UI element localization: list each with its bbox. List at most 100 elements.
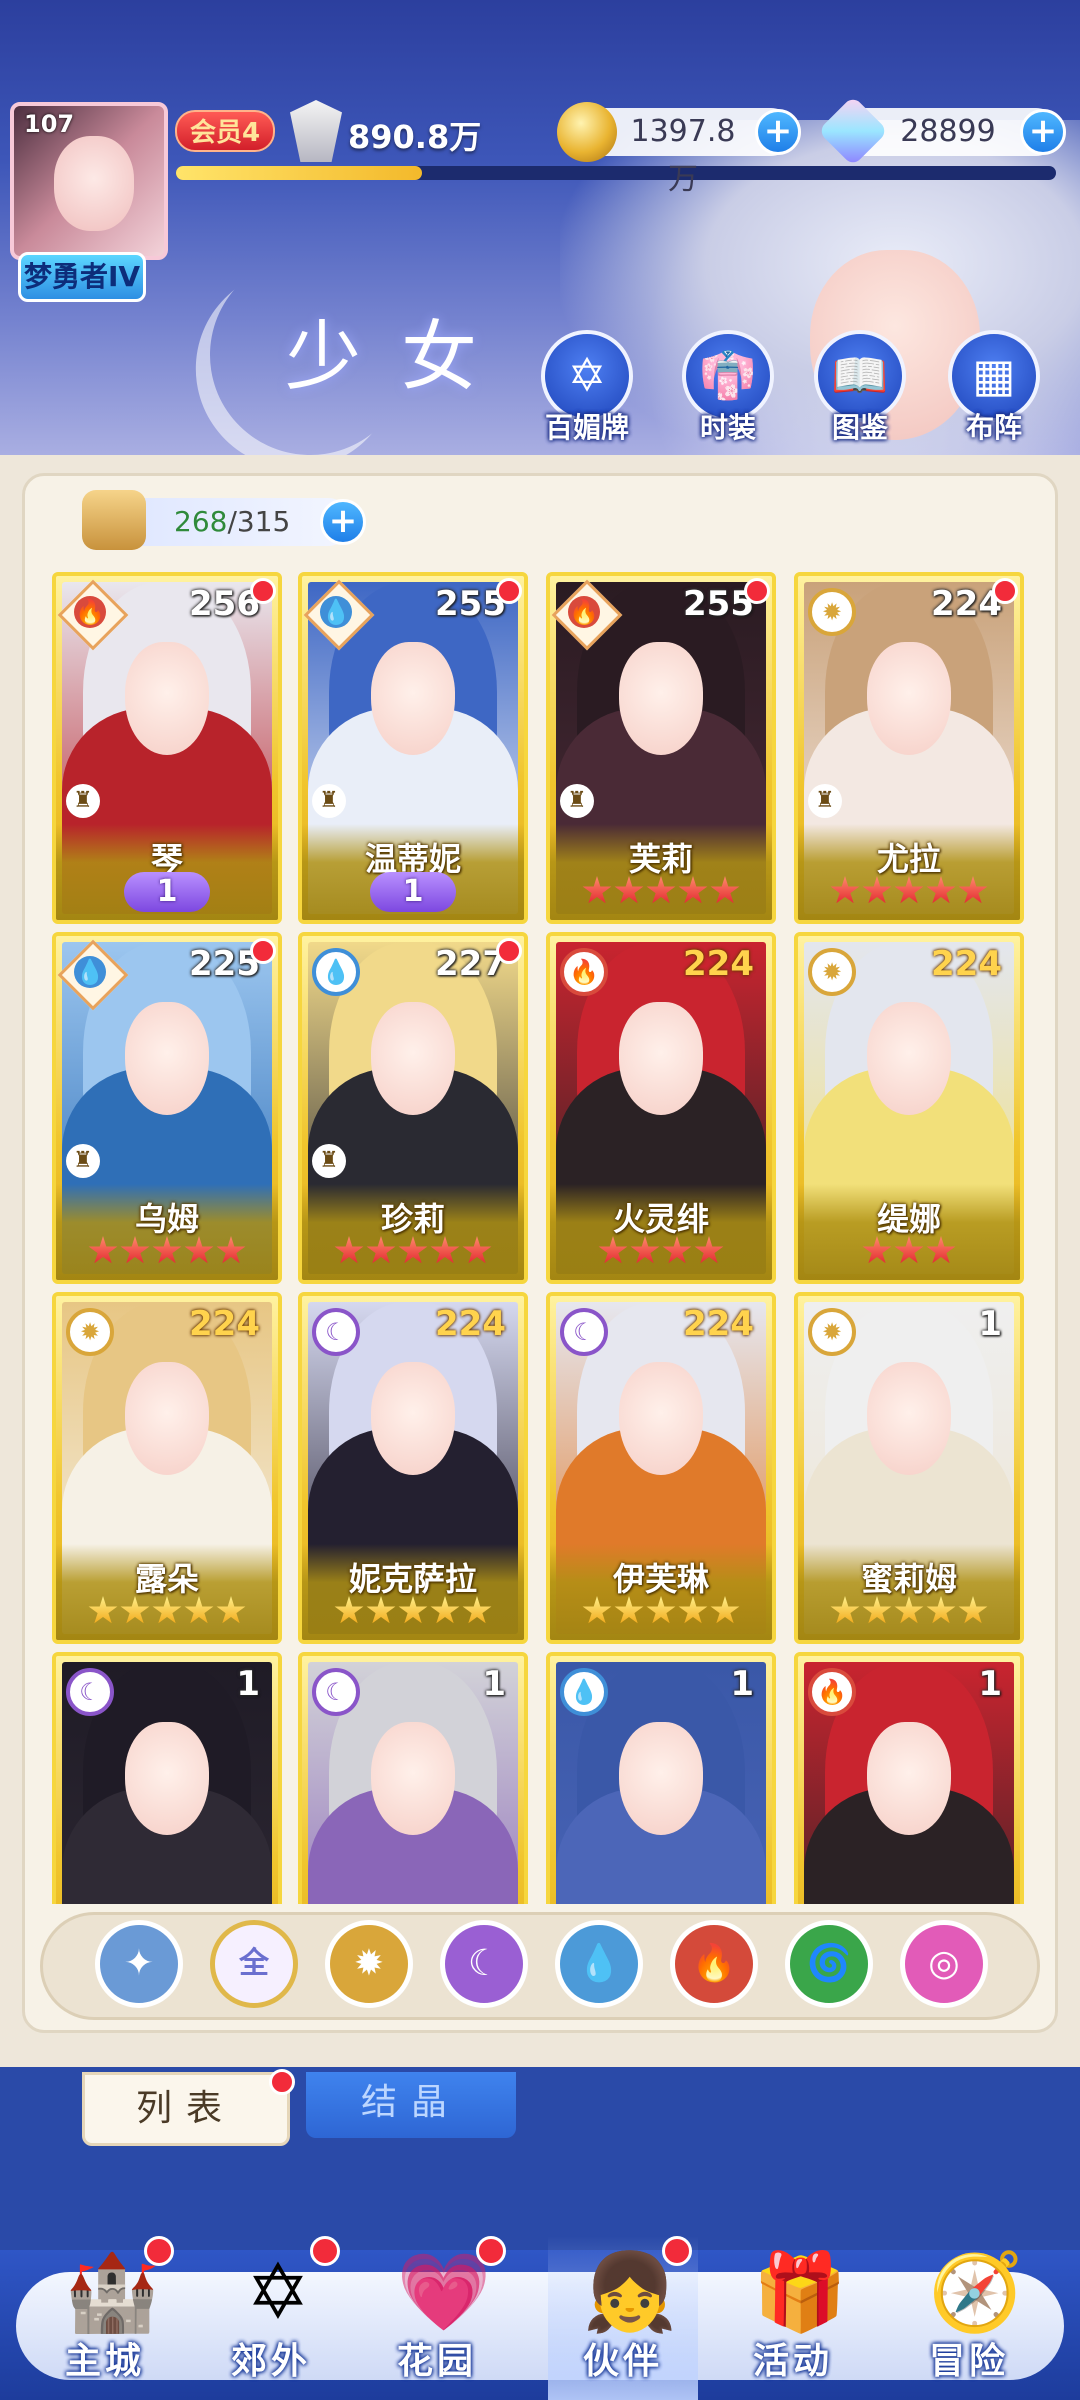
character-name: 乌姆 bbox=[134, 1200, 199, 1238]
filter-all-button[interactable]: 全 bbox=[210, 1920, 298, 2008]
star-icon bbox=[334, 1596, 364, 1624]
add-gold-button[interactable]: + bbox=[755, 109, 801, 155]
filter-dark-button[interactable]: ☾ bbox=[440, 1920, 528, 2008]
nav-label: 花园 bbox=[396, 2341, 477, 2382]
star-icon bbox=[614, 1596, 644, 1624]
add-gems-button[interactable]: + bbox=[1020, 109, 1066, 155]
character-name: 伊芙琳 bbox=[612, 1560, 709, 1598]
character-level: 1 bbox=[482, 1664, 506, 1704]
character-card[interactable]: 🔥 256 ♜ 琴 1 bbox=[52, 572, 282, 924]
expand-roster-button[interactable]: + bbox=[320, 499, 366, 545]
character-card[interactable]: ☾ 1 bbox=[298, 1652, 528, 1904]
star-rating bbox=[56, 1236, 278, 1270]
star-icon bbox=[958, 1596, 988, 1624]
portrait-face bbox=[125, 1001, 209, 1115]
star-rating bbox=[798, 876, 1020, 910]
star-rating bbox=[302, 1596, 524, 1630]
rook-class-icon: ♜ bbox=[66, 784, 100, 818]
notification-dot bbox=[476, 2236, 506, 2266]
portrait-face bbox=[125, 1721, 209, 1835]
player-avatar[interactable]: 107 bbox=[10, 102, 168, 260]
vip-badge[interactable]: 会员4 bbox=[175, 110, 275, 152]
tab-crystal[interactable]: 结晶 bbox=[306, 2072, 516, 2138]
star-icon bbox=[582, 1596, 612, 1624]
nav-compass[interactable]: 🧭 冒险 bbox=[894, 2236, 1044, 2400]
filter-light-button[interactable]: ✹ bbox=[325, 1920, 413, 2008]
nav-gift[interactable]: 🎁 活动 bbox=[718, 2236, 868, 2400]
star-icon bbox=[184, 1236, 214, 1264]
dark-element-icon: ☾ bbox=[308, 1664, 364, 1720]
element-glyph: 🔥 bbox=[569, 598, 599, 626]
character-card[interactable]: 🔥 1 bbox=[794, 1652, 1024, 1904]
star-icon bbox=[216, 1596, 246, 1624]
nav-partner[interactable]: 👧 伙伴 bbox=[548, 2236, 698, 2400]
star-icon bbox=[894, 1596, 924, 1624]
element-glyph: 💧 bbox=[75, 958, 105, 986]
star-icon bbox=[678, 876, 708, 904]
fire-element-icon: 🔥 bbox=[551, 579, 623, 651]
character-card[interactable]: ☾ 224 妮克萨拉 bbox=[298, 1292, 528, 1644]
filter-wind-button[interactable]: 🌀 bbox=[785, 1920, 873, 2008]
star-icon bbox=[678, 1596, 708, 1624]
character-card[interactable]: ☾ 224 伊芙琳 bbox=[546, 1292, 776, 1644]
star-icon bbox=[926, 1236, 956, 1264]
light-element-icon: ✹ bbox=[804, 1304, 860, 1360]
menu-gallery-button[interactable]: 📖 图鉴 bbox=[810, 330, 910, 446]
star-icon bbox=[926, 876, 956, 904]
star-icon bbox=[630, 1236, 660, 1264]
character-card[interactable]: 🔥 224 火灵绯 bbox=[546, 932, 776, 1284]
power-icon bbox=[290, 100, 342, 162]
portrait-face bbox=[619, 641, 703, 755]
character-card[interactable]: ✹ 1 蜜莉姆 bbox=[794, 1292, 1024, 1644]
element-glyph: ✹ bbox=[821, 1318, 843, 1346]
nav-portal[interactable]: ✡ 郊外 bbox=[196, 2236, 346, 2400]
rook-class-icon: ♜ bbox=[312, 1144, 346, 1178]
menu-formation-label: 布阵 bbox=[965, 411, 1022, 444]
character-card[interactable]: ✹ 224 缇娜 bbox=[794, 932, 1024, 1284]
filter-fire-button[interactable]: 🔥 bbox=[670, 1920, 758, 2008]
character-card[interactable]: 💧 255 ♜ 温蒂妮 1 bbox=[298, 572, 528, 924]
element-glyph: 💧 bbox=[321, 598, 351, 626]
character-level: 224 bbox=[435, 1304, 506, 1344]
character-card[interactable]: ☾ 1 bbox=[52, 1652, 282, 1904]
star-rating bbox=[798, 1236, 1020, 1270]
character-card[interactable]: 💧 225 ♜ 乌姆 bbox=[52, 932, 282, 1284]
light-element-icon: ✹ bbox=[62, 1304, 118, 1360]
player-level: 107 bbox=[24, 110, 75, 138]
fire-element-icon: 🔥 bbox=[556, 944, 612, 1000]
tab-list[interactable]: 列表 bbox=[82, 2069, 295, 2146]
star-icon bbox=[120, 1236, 150, 1264]
filter-special-button[interactable]: ✦ bbox=[95, 1920, 183, 2008]
character-card[interactable]: ✹ 224 ♜ 尤拉 bbox=[794, 572, 1024, 924]
character-name: 妮克萨拉 bbox=[348, 1560, 477, 1598]
menu-fashion-button[interactable]: 👘 时装 bbox=[678, 330, 778, 446]
fire-element-icon: 🔥 bbox=[804, 1664, 860, 1720]
nav-label: 伙伴 bbox=[582, 2341, 663, 2382]
filter-spirit-button[interactable]: ◎ bbox=[900, 1920, 988, 2008]
menu-gallery-label: 图鉴 bbox=[831, 411, 888, 444]
player-rank-badge: 梦勇者IV bbox=[18, 252, 146, 302]
menu-formation-button[interactable]: ▦ 布阵 bbox=[944, 330, 1044, 446]
page-title: 少女 bbox=[285, 312, 517, 401]
character-level: 224 bbox=[683, 1304, 754, 1344]
character-card[interactable]: 🔥 255 ♜ 芙莉 bbox=[546, 572, 776, 924]
nav-heart[interactable]: 💗 花园 bbox=[362, 2236, 512, 2400]
star-rating bbox=[798, 1596, 1020, 1630]
gem-counter: 28899 + bbox=[817, 95, 1066, 167]
portrait-face bbox=[619, 1721, 703, 1835]
dark-element-icon: ☾ bbox=[308, 1304, 364, 1360]
nav-castle[interactable]: 🏰 主城 bbox=[30, 2236, 180, 2400]
character-card[interactable]: 💧 1 bbox=[546, 1652, 776, 1904]
roster-bag-icon bbox=[82, 490, 146, 550]
awaken-badge: 1 bbox=[370, 872, 456, 912]
nav-label: 郊外 bbox=[230, 2341, 311, 2382]
character-card[interactable]: 💧 227 ♜ 珍莉 bbox=[298, 932, 528, 1284]
character-card[interactable]: ✹ 224 露朵 bbox=[52, 1292, 282, 1644]
portrait-face bbox=[619, 1361, 703, 1475]
filter-water-button[interactable]: 💧 bbox=[555, 1920, 643, 2008]
menu-cards-button[interactable]: ✡ 百媚牌 bbox=[537, 330, 637, 446]
awaken-badge: 1 bbox=[124, 872, 210, 912]
notification-dot bbox=[662, 2236, 692, 2266]
star-icon bbox=[830, 1596, 860, 1624]
star-icon bbox=[582, 876, 612, 904]
